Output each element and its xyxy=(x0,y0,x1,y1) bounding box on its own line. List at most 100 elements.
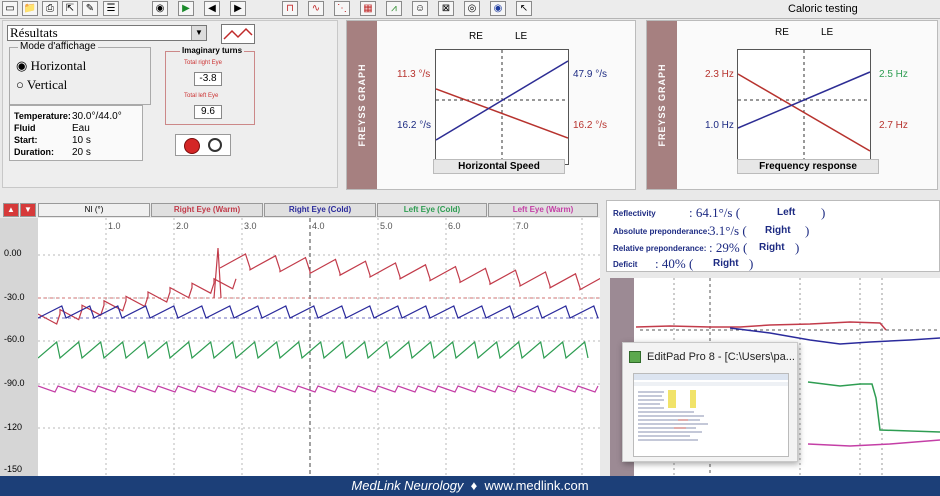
freyss-freq-le: LE xyxy=(821,27,834,38)
window-title: Caloric testing xyxy=(788,3,858,15)
channel-right-warm[interactable]: Right Eye (Warm) xyxy=(151,203,263,217)
radio-vertical[interactable]: ○ Vertical xyxy=(16,77,67,93)
start-label: Start: xyxy=(14,135,38,145)
dotted-line-icon[interactable]: ⋱ xyxy=(334,1,350,16)
channel-right-cold[interactable]: Right Eye (Cold) xyxy=(264,203,376,217)
fluid-value: Eau xyxy=(72,123,90,134)
absolute-preponderance-value: 3.1°/s ( xyxy=(709,223,747,238)
trace-right-warm xyxy=(219,253,600,291)
freyss-freq-left-bottom: 1.0 Hz xyxy=(705,120,734,131)
scroll-down-icon[interactable]: ▼ xyxy=(20,203,36,217)
freyss-speed-left-top: 11.3 °/s xyxy=(397,69,431,80)
freyss-freq-right-bottom: 2.7 Hz xyxy=(879,120,908,131)
temperature-label: Temperature: xyxy=(14,111,71,121)
freyss-freq-title: Frequency response xyxy=(737,159,879,174)
scroll-up-icon[interactable]: ▲ xyxy=(3,203,19,217)
y-tick: -120 xyxy=(4,422,23,432)
toolbar: ▭ 📁 ⎙ ⇱ ✎ ☰ ◉ ▶ ◀ ▶ ⊓ ∿ ⋱ ▦ ⩘ ☺ ⊠ ◎ ◉ ↖ … xyxy=(0,0,940,19)
freyss-speed-left-bottom: 16.2 °/s xyxy=(397,120,432,131)
radio-horizontal[interactable]: ◉ Horizontal xyxy=(16,58,86,74)
freyss-speed-graph xyxy=(435,49,569,165)
test-info-box: Temperature: 30.0°/44.0° Fluid Eau Start… xyxy=(9,105,143,161)
footer-url[interactable]: www.medlink.com xyxy=(485,478,589,493)
reflectivity-value: : 64.1°/s ( xyxy=(689,205,741,220)
waveform-plot[interactable]: 1.0 2.0 3.0 4.0 5.0 6.0 7.0 xyxy=(38,218,600,476)
channel-left-warm[interactable]: Left Eye (Warm) xyxy=(488,203,598,217)
x-tick: 1.0 xyxy=(108,221,121,231)
export-icon[interactable]: ⇱ xyxy=(62,1,78,16)
cursor-icon[interactable]: ↖ xyxy=(516,1,532,16)
reflectivity-side: Left xyxy=(777,207,796,218)
back-icon[interactable]: ◀ xyxy=(204,1,220,16)
duration-value: 20 s xyxy=(72,147,91,158)
y-tick: -150 xyxy=(4,464,23,474)
absolute-preponderance-side: Right xyxy=(765,225,791,236)
freyss-freq-right-top: 2.5 Hz xyxy=(879,69,908,80)
freyss-freq-re: RE xyxy=(775,27,789,38)
close-box-icon[interactable]: ⊠ xyxy=(438,1,454,16)
freyss-speed-side: FREYSS GRAPH xyxy=(347,21,377,189)
channel-left-cold[interactable]: Left Eye (Cold) xyxy=(377,203,487,217)
person-icon[interactable]: ☺ xyxy=(412,1,428,16)
grid-icon[interactable]: ▦ xyxy=(360,1,376,16)
radio-horizontal-label: Horizontal xyxy=(30,58,87,73)
editpad-preview-popup[interactable]: EditPad Pro 8 - [C:\Users\pa... xyxy=(622,342,798,462)
x-tick: 6.0 xyxy=(448,221,461,231)
freyss-speed-right-top: 47.9 °/s xyxy=(573,69,608,80)
relative-preponderance-label: Relative preponderance: xyxy=(613,244,707,253)
notes-icon[interactable]: ✎ xyxy=(82,1,98,16)
radio-unchecked-icon: ○ xyxy=(16,77,24,92)
editpad-title: EditPad Pro 8 - [C:\Users\pa... xyxy=(647,351,795,363)
reflectivity-close: ) xyxy=(821,205,826,220)
control-panel: Résultats ▼ Mode d'affichage ◉ Horizonta… xyxy=(2,20,338,188)
open-icon[interactable]: 📁 xyxy=(22,1,38,16)
editpad-thumbnail[interactable] xyxy=(633,373,789,457)
x-tick: 7.0 xyxy=(516,221,529,231)
print-icon[interactable]: ⎙ xyxy=(42,1,58,16)
play-icon[interactable]: ▶ xyxy=(178,1,194,16)
total-left-label: Total left Eye xyxy=(184,93,219,99)
freyss-speed-side-label: FREYSS GRAPH xyxy=(357,63,367,147)
results-select[interactable]: Résultats ▼ xyxy=(7,25,207,41)
freyss-speed-title: Horizontal Speed xyxy=(433,159,565,174)
duration-label: Duration: xyxy=(14,147,54,157)
total-right-value: -3.8 xyxy=(194,72,222,86)
record-icon[interactable]: ☰ xyxy=(103,1,119,16)
target-icon[interactable]: ◉ xyxy=(152,1,168,16)
deficit-side: Right xyxy=(713,258,739,269)
footer-separator: ♦ xyxy=(470,478,478,493)
relative-preponderance-value: : 29% ( xyxy=(709,240,748,255)
trend-icon[interactable]: ⩘ xyxy=(386,1,402,16)
settings-button-icon[interactable] xyxy=(208,138,222,152)
eye-icon[interactable]: ◎ xyxy=(464,1,480,16)
graph-view-icon[interactable] xyxy=(221,24,255,44)
wave-y-axis: 0.00 -30.0 -60.0 -90.0 -120 -150 xyxy=(0,218,39,476)
freyss-freq-side: FREYSS GRAPH xyxy=(647,21,677,189)
freyss-speed-right-bottom: 16.2 °/s xyxy=(573,120,608,131)
action-buttons xyxy=(175,134,231,156)
chevron-down-icon[interactable]: ▼ xyxy=(191,26,206,40)
trace-right-cold xyxy=(38,305,599,319)
eye-target-icon[interactable]: ◉ xyxy=(490,1,506,16)
start-value: 10 s xyxy=(72,135,91,146)
forward-icon[interactable]: ▶ xyxy=(230,1,246,16)
new-icon[interactable]: ▭ xyxy=(2,1,18,16)
x-tick: 2.0 xyxy=(176,221,189,231)
deficit-label: Deficit xyxy=(613,260,638,269)
trace-left-cold xyxy=(38,340,589,360)
channel-ni[interactable]: NI (°) xyxy=(38,203,150,217)
deficit-close: ) xyxy=(749,256,754,271)
fluid-label: Fluid xyxy=(14,123,36,133)
relative-close: ) xyxy=(795,240,800,255)
x-tick: 4.0 xyxy=(312,221,325,231)
freyss-freq-left-top: 2.3 Hz xyxy=(705,69,734,80)
results-select-value: Résultats xyxy=(10,25,58,40)
imaginary-turns-group: Imaginary turns Total right Eye -3.8 Tot… xyxy=(165,46,255,125)
x-tick: 3.0 xyxy=(244,221,257,231)
display-mode-title: Mode d'affichage xyxy=(18,41,98,52)
square-wave-icon[interactable]: ⊓ xyxy=(282,1,298,16)
sine-wave-icon[interactable]: ∿ xyxy=(308,1,324,16)
record-button-icon[interactable] xyxy=(184,138,200,154)
absolute-close: ) xyxy=(805,223,810,238)
relative-preponderance-side: Right xyxy=(759,242,785,253)
